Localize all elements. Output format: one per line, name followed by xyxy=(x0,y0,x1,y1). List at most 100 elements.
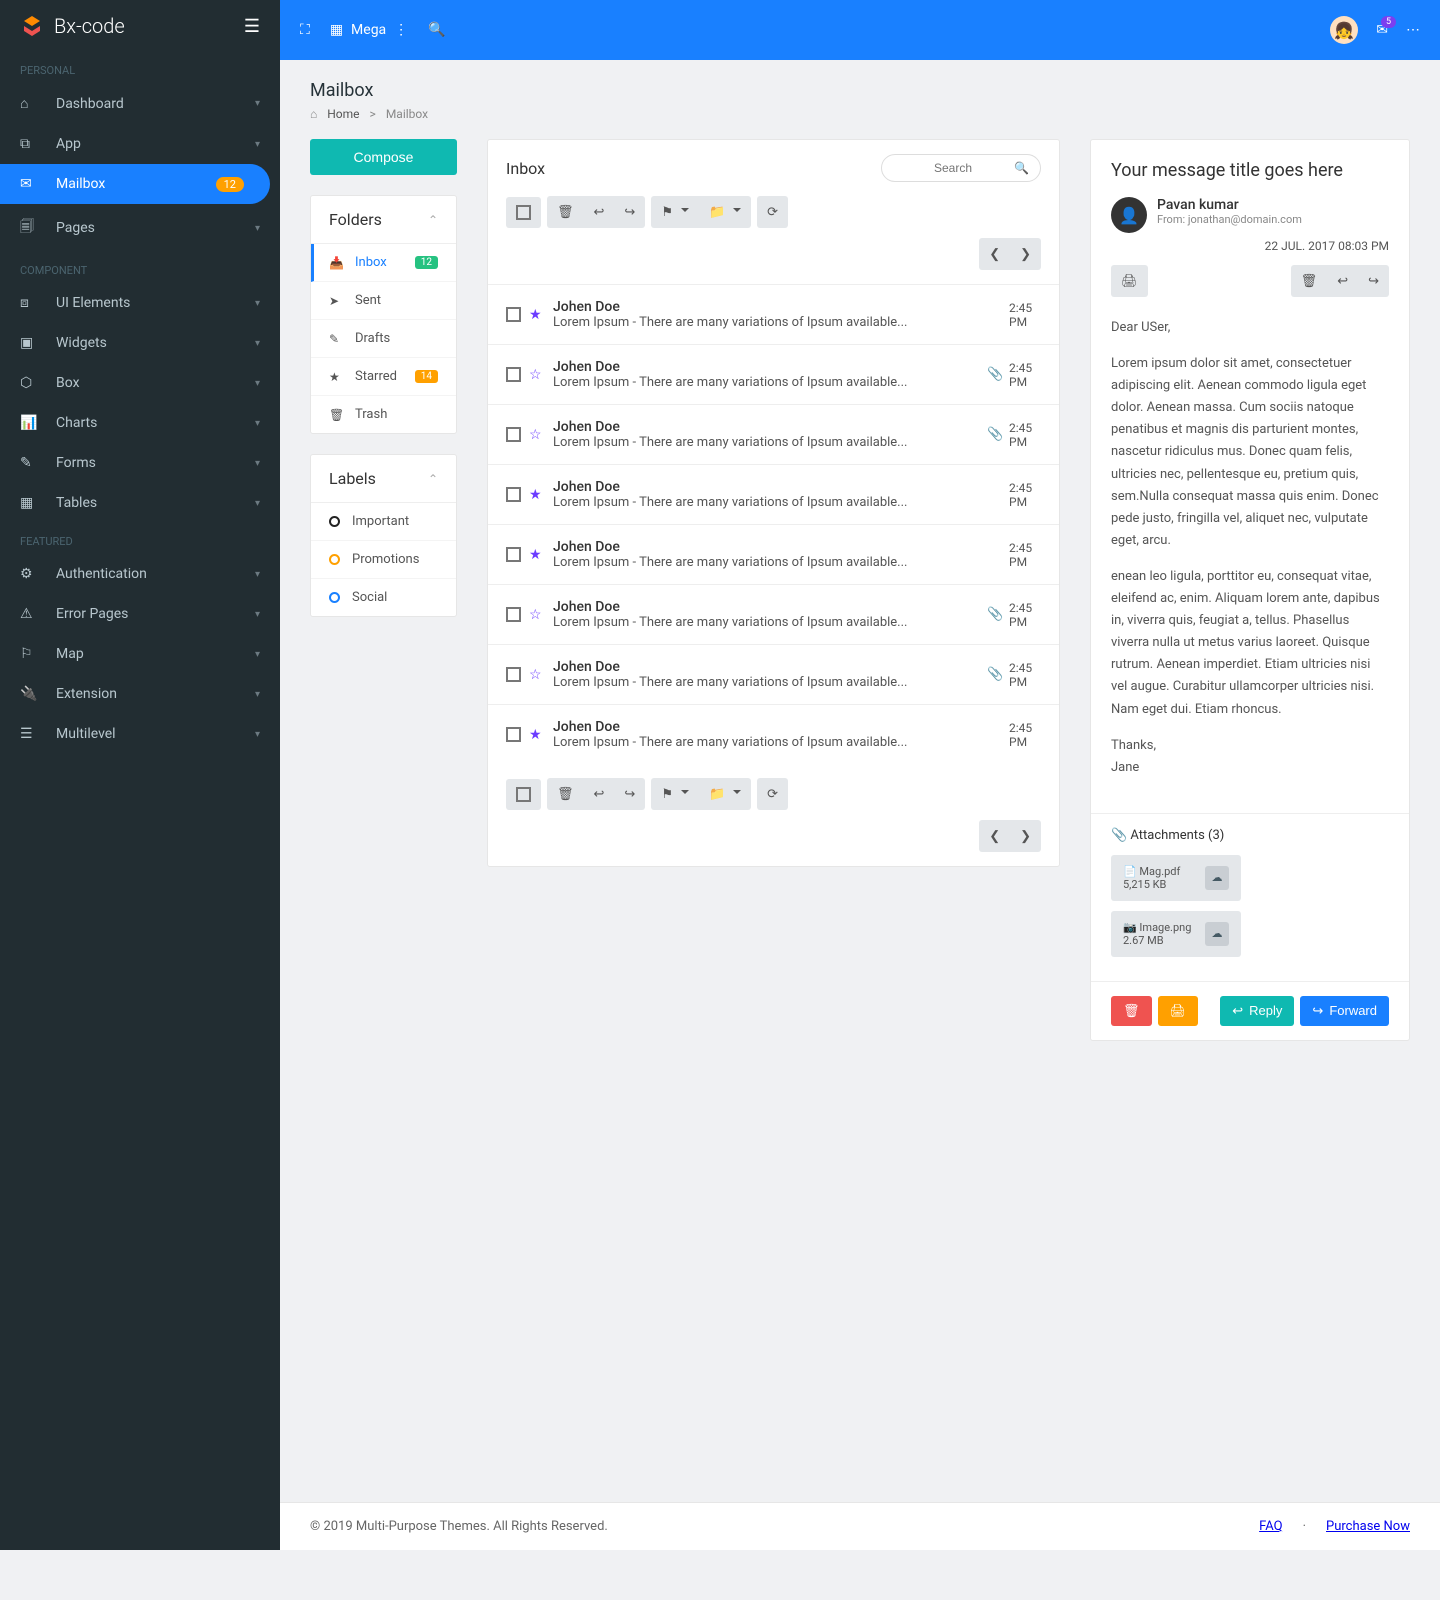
star-icon[interactable]: ☆ xyxy=(529,427,545,443)
breadcrumb-home[interactable]: Home xyxy=(327,107,359,121)
mail-time: 2:45 PM xyxy=(1009,481,1041,509)
folder-drafts[interactable]: ✎ Drafts xyxy=(311,320,456,358)
sidebar-item-error-pages[interactable]: ⚠ Error Pages ▾ xyxy=(0,594,280,634)
forward-button[interactable]: ↪ xyxy=(614,196,645,228)
sidebar-item-widgets[interactable]: ▣ Widgets ▾ xyxy=(0,323,280,363)
paperclip-icon: 📎 xyxy=(1111,828,1127,843)
download-icon[interactable]: ☁ xyxy=(1205,922,1229,946)
folder-label: Trash xyxy=(355,407,387,422)
sidebar-item-dashboard[interactable]: ⌂ Dashboard ▾ xyxy=(0,83,280,124)
refresh-button[interactable]: ⟳ xyxy=(757,778,788,810)
compose-button[interactable]: Compose xyxy=(310,139,457,175)
mail-row[interactable]: ★ Johen Doe Lorem Ipsum - There are many… xyxy=(488,524,1059,584)
sidebar-item-map[interactable]: ⚐ Map ▾ xyxy=(0,634,280,674)
more-icon[interactable]: ⋯ xyxy=(1406,22,1420,38)
user-avatar[interactable]: 👧 xyxy=(1330,16,1358,44)
refresh-button[interactable]: ⟳ xyxy=(757,196,788,228)
page-title: Mailbox xyxy=(310,80,1410,101)
mail-checkbox[interactable] xyxy=(506,487,521,502)
sidebar-toggle-icon[interactable]: ☰ xyxy=(244,16,260,37)
mail-checkbox[interactable] xyxy=(506,667,521,682)
reply-button[interactable]: ↩ xyxy=(1327,265,1358,297)
mail-row[interactable]: ★ Johen Doe Lorem Ipsum - There are many… xyxy=(488,284,1059,344)
sidebar-item-charts[interactable]: 📊 Charts ▾ xyxy=(0,403,280,443)
print-button[interactable]: 🖨 xyxy=(1111,265,1148,297)
purchase-link[interactable]: Purchase Now xyxy=(1326,1519,1410,1534)
sidebar-item-mailbox[interactable]: ✉ Mailbox 12 xyxy=(0,164,270,204)
forward-button[interactable]: ↪ xyxy=(614,778,645,810)
star-icon[interactable]: ☆ xyxy=(529,667,545,683)
grid-icon: ▦ xyxy=(330,22,343,38)
folder-inbox[interactable]: 📥 Inbox 12 xyxy=(311,244,456,282)
folder-trash[interactable]: 🗑 Trash xyxy=(311,396,456,433)
mail-sender: Johen Doe xyxy=(553,719,979,735)
folder-dropdown[interactable]: 📁 xyxy=(699,778,751,810)
mail-row[interactable]: ★ Johen Doe Lorem Ipsum - There are many… xyxy=(488,704,1059,764)
flag-dropdown[interactable]: ⚑ xyxy=(651,196,699,228)
folder-sent[interactable]: ➤ Sent xyxy=(311,282,456,320)
mail-row[interactable]: ☆ Johen Doe Lorem Ipsum - There are many… xyxy=(488,584,1059,644)
mail-row[interactable]: ☆ Johen Doe Lorem Ipsum - There are many… xyxy=(488,404,1059,464)
nav-label: Extension xyxy=(56,686,255,702)
sidebar-item-multilevel[interactable]: ☰ Multilevel ▾ xyxy=(0,714,280,754)
brand-logo[interactable]: Bx-code xyxy=(20,14,125,38)
delete-message-button[interactable]: 🗑 xyxy=(1111,996,1152,1026)
faq-link[interactable]: FAQ xyxy=(1259,1519,1282,1534)
label-important[interactable]: Important xyxy=(311,503,456,541)
reply-button[interactable]: ↩ xyxy=(584,778,615,810)
sidebar-item-app[interactable]: ⧉ App ▾ xyxy=(0,124,280,164)
mega-menu-button[interactable]: ▦ Mega ⋮ xyxy=(330,22,408,38)
mail-snippet: Lorem Ipsum - There are many variations … xyxy=(553,735,979,750)
mail-checkbox[interactable] xyxy=(506,307,521,322)
sidebar-item-ui-elements[interactable]: ⧈ UI Elements ▾ xyxy=(0,283,280,323)
next-page-button[interactable]: ❯ xyxy=(1010,238,1041,270)
mail-row[interactable]: ★ Johen Doe Lorem Ipsum - There are many… xyxy=(488,464,1059,524)
chevron-up-icon[interactable]: ⌃ xyxy=(428,213,438,227)
messages-icon[interactable]: ✉ 5 xyxy=(1376,22,1388,38)
attachment-name: 📄 Mag.pdf xyxy=(1123,865,1180,878)
next-page-button[interactable]: ❯ xyxy=(1010,820,1041,852)
star-icon[interactable]: ☆ xyxy=(529,367,545,383)
prev-page-button[interactable]: ❮ xyxy=(979,820,1010,852)
star-icon[interactable]: ☆ xyxy=(529,607,545,623)
mail-checkbox[interactable] xyxy=(506,427,521,442)
flag-dropdown[interactable]: ⚑ xyxy=(651,778,699,810)
mail-row[interactable]: ☆ Johen Doe Lorem Ipsum - There are many… xyxy=(488,644,1059,704)
star-icon[interactable]: ★ xyxy=(529,727,545,743)
folder-dropdown[interactable]: 📁 xyxy=(699,196,751,228)
star-icon[interactable]: ★ xyxy=(529,307,545,323)
star-icon[interactable]: ★ xyxy=(529,487,545,503)
chevron-up-icon[interactable]: ⌃ xyxy=(428,472,438,486)
forward-button[interactable]: ↪ xyxy=(1358,265,1389,297)
sidebar-item-authentication[interactable]: ⚙ Authentication ▾ xyxy=(0,554,280,594)
download-icon[interactable]: ☁ xyxy=(1205,866,1229,890)
folder-starred[interactable]: ★ Starred 14 xyxy=(311,358,456,396)
select-all-checkbox[interactable] xyxy=(506,779,541,810)
sidebar-item-extension[interactable]: 🔌 Extension ▾ xyxy=(0,674,280,714)
inbox-toolbar-bottom: 🗑 ↩ ↪ ⚑ 📁 ⟳ xyxy=(488,778,1059,820)
select-all-checkbox[interactable] xyxy=(506,197,541,228)
label-promotions[interactable]: Promotions xyxy=(311,541,456,579)
mail-checkbox[interactable] xyxy=(506,367,521,382)
sidebar-item-pages[interactable]: 🗐 Pages ▾ xyxy=(0,204,280,252)
paperclip-icon: 📎 xyxy=(987,427,1001,442)
reply-button[interactable]: ↩ xyxy=(584,196,615,228)
sidebar-item-box[interactable]: ⬡ Box ▾ xyxy=(0,363,280,403)
mail-checkbox[interactable] xyxy=(506,727,521,742)
delete-button[interactable]: 🗑 xyxy=(547,196,584,228)
mail-checkbox[interactable] xyxy=(506,607,521,622)
delete-button[interactable]: 🗑 xyxy=(1291,265,1328,297)
sidebar-item-forms[interactable]: ✎ Forms ▾ xyxy=(0,443,280,483)
print-message-button[interactable]: 🖨 xyxy=(1158,996,1199,1026)
prev-page-button[interactable]: ❮ xyxy=(979,238,1010,270)
sidebar-item-tables[interactable]: ▦ Tables ▾ xyxy=(0,483,280,523)
star-icon[interactable]: ★ xyxy=(529,547,545,563)
mail-checkbox[interactable] xyxy=(506,547,521,562)
search-icon[interactable]: 🔍 xyxy=(428,22,445,38)
mail-row[interactable]: ☆ Johen Doe Lorem Ipsum - There are many… xyxy=(488,344,1059,404)
label-social[interactable]: Social xyxy=(311,579,456,616)
delete-button[interactable]: 🗑 xyxy=(547,778,584,810)
forward-message-button[interactable]: ↪ Forward xyxy=(1300,996,1389,1026)
reply-message-button[interactable]: ↩ Reply xyxy=(1220,996,1294,1026)
fullscreen-icon[interactable]: ⛶ xyxy=(300,22,310,38)
